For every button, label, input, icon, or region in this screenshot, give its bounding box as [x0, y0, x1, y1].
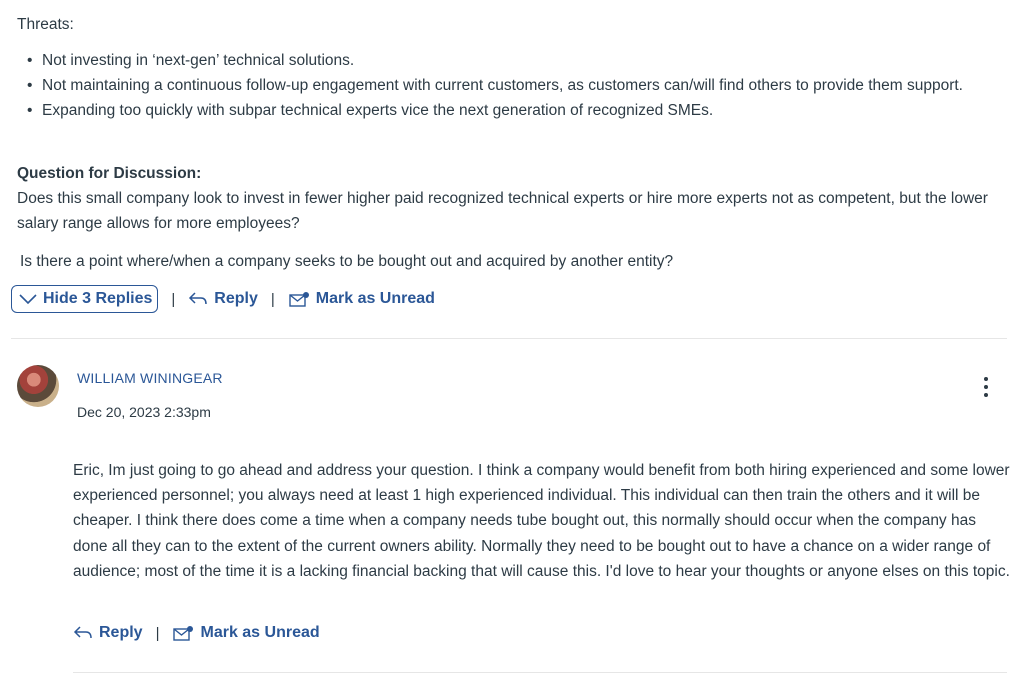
list-item: Not investing in ‘next-gen’ technical so… — [17, 48, 1007, 73]
reply-button[interactable]: Reply — [73, 624, 143, 642]
reply-icon — [189, 292, 208, 305]
more-options-icon[interactable] — [978, 374, 994, 400]
threats-list: Not investing in ‘next-gen’ technical so… — [17, 48, 1007, 123]
mark-unread-button[interactable]: Mark as Unread — [172, 624, 320, 642]
post-actions: Hide 3 Replies | Reply | Mark as Unread — [11, 285, 435, 313]
action-separator: | — [171, 290, 176, 308]
threats-label: Threats: — [17, 16, 74, 33]
hide-replies-button[interactable]: Hide 3 Replies — [11, 285, 159, 313]
question-heading: Question for Discussion: — [17, 165, 202, 182]
question-text-2: Is there a point where/when a company se… — [20, 253, 674, 270]
list-item: Not maintaining a continuous follow-up e… — [17, 73, 1007, 98]
mail-unread-icon — [173, 626, 194, 641]
mail-unread-icon — [289, 292, 309, 307]
hide-replies-label: Hide 3 Replies — [43, 290, 153, 307]
list-item: Expanding too quickly with subpar techni… — [17, 98, 1007, 123]
author-name[interactable]: WILLIAM WININGEAR — [77, 370, 223, 386]
mark-unread-button[interactable]: Mark as Unread — [288, 290, 435, 308]
post-date: Dec 20, 2023 2:33pm — [77, 404, 211, 420]
question-text: Does this small company look to invest i… — [17, 190, 988, 232]
mark-unread-label: Mark as Unread — [315, 290, 435, 307]
divider — [11, 338, 1007, 339]
reply-body: Eric, Im just going to go ahead and addr… — [73, 462, 1010, 580]
reply-icon — [73, 626, 92, 639]
reply-label: Reply — [214, 290, 258, 307]
divider — [73, 672, 1007, 673]
action-separator: | — [155, 624, 160, 642]
reply-button[interactable]: Reply — [188, 290, 258, 308]
action-separator: | — [270, 290, 275, 308]
reply-actions: Reply | Mark as Unread — [73, 624, 320, 642]
chevron-down-icon — [19, 294, 37, 305]
reply-label: Reply — [99, 624, 143, 641]
avatar[interactable] — [17, 365, 59, 407]
mark-unread-label: Mark as Unread — [200, 624, 320, 641]
